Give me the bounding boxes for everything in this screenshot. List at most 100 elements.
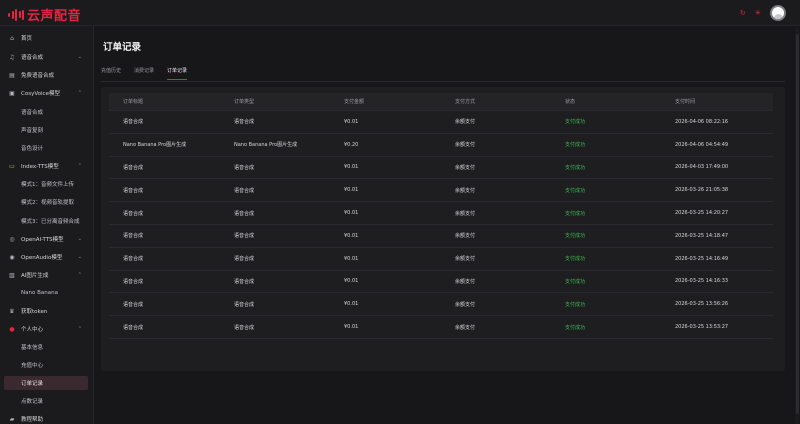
table-row[interactable]: 语音合成 语音合成 ¥0.01 余额支付 支付成功 2026-04-03 17:49:00	[109, 157, 773, 180]
table-row[interactable]: 语音合成 语音合成 ¥0.01 余额支付 支付成功 2026-04-06 08:22:16	[109, 111, 773, 134]
sidebar-item-nano-banana[interactable]: Nano Banana	[0, 286, 94, 300]
orders-card: 订单标题 订单类型 支付金额 支付方式 状态 支付时间 语音合成 语音合成 ¥0.0…	[101, 87, 785, 371]
payment-method-cell: 余额支付	[455, 142, 476, 149]
table-row[interactable]: 语音合成 语音合成 ¥0.01 余额支付 支付成功 2026-03-25 14:16:33	[109, 271, 773, 294]
sidebar-item-label: 充值中心	[21, 363, 44, 369]
sidebar-item-free-tts[interactable]: ▤ 免费语音合成	[0, 68, 94, 82]
status-cell: 支付成功	[565, 324, 586, 331]
table-row[interactable]: 语音合成 语音合成 ¥0.01 余额支付 支付成功 2026-03-26 21:05:38	[109, 179, 773, 203]
order-type-cell: Nano Banana Pro图片生成	[234, 142, 298, 149]
tab-orders[interactable]: 订单记录	[167, 67, 188, 80]
payment-method-cell: 余额支付	[455, 210, 476, 217]
scrollbar-thumb[interactable]	[795, 34, 799, 414]
sidebar-item-openaudio[interactable]: ◉ OpenAudio模型 ⌄	[0, 250, 94, 264]
sound-wave-icon	[8, 8, 24, 22]
sidebar-item-profile[interactable]: ● 个人中心 ⌃	[0, 322, 94, 336]
tab-consumption[interactable]: 消费记录	[134, 67, 154, 80]
sidebar-item-ai-image[interactable]: ▧ AI图片生成 ⌃	[0, 268, 94, 282]
sidebar-item-label: 个人中心	[21, 327, 44, 333]
sidebar-item-label: 模式1：音频文件上传	[21, 182, 74, 188]
order-title-cell: 语音合成	[123, 301, 144, 308]
brand-logo[interactable]: 云声配音	[8, 5, 81, 24]
table-row[interactable]: 语音合成 语音合成 ¥0.01 余额支付 支付成功 2026-03-25 14:16:49	[109, 248, 773, 271]
column-header[interactable]: 状态	[565, 93, 575, 110]
column-header[interactable]: 支付方式	[455, 93, 475, 110]
column-header[interactable]: 支付金额	[344, 93, 364, 110]
payment-method-cell: 余额支付	[455, 233, 476, 240]
sidebar-item-home[interactable]: ⌂ 首页	[0, 31, 94, 45]
tab-recharge-history[interactable]: 充值历史	[101, 67, 121, 80]
music-icon: ♫	[9, 53, 15, 61]
column-header[interactable]: 支付时间	[675, 93, 695, 110]
page-scrollbar[interactable]	[795, 28, 799, 424]
sidebar-item-get-token[interactable]: ♛ 获取token	[0, 304, 94, 318]
table-row[interactable]: 语音合成 语音合成 ¥0.01 余额支付 支付成功 2026-03-25 13:56:26	[109, 293, 773, 317]
table-row[interactable]: 语音合成 语音合成 ¥0.01 余额支付 支付成功 2026-03-25 14:20:27	[109, 202, 773, 225]
sidebar-item-label: Nano Banana	[21, 290, 58, 296]
sidebar: ⌂ 首页 ♫ 语音合成 ⌄ ▤ 免费语音合成 ▣ CosyVoice模型 ⌃ 语音合成 声音…	[0, 26, 94, 424]
page-title: 订单记录	[103, 42, 142, 53]
sidebar-item-cosyvoice[interactable]: ▣ CosyVoice模型 ⌃	[0, 86, 94, 100]
home-icon: ⌂	[10, 34, 14, 42]
sidebar-item-label: 模式2：视频音轨提取	[21, 200, 74, 206]
order-title-cell: 语音合成	[123, 256, 144, 263]
chevron-up-icon: ⌃	[77, 90, 82, 96]
status-cell: 支付成功	[565, 142, 586, 149]
amount-cell: ¥0.01	[344, 164, 359, 171]
sidebar-item-mode-3[interactable]: 模式3：已分离音频合成	[0, 214, 94, 228]
amount-cell: ¥0.01	[344, 187, 359, 194]
sidebar-item-basic-info[interactable]: 基本信息	[0, 340, 94, 354]
table-row[interactable]: Nano Banana Pro图片生成 Nano Banana Pro图片生成 ¥0…	[109, 134, 773, 157]
sidebar-item-help[interactable]: ▰ 教程帮助	[0, 412, 94, 424]
column-header[interactable]: 订单类型	[234, 93, 254, 110]
sidebar-item-voice-design[interactable]: 音色设计	[0, 141, 94, 155]
sidebar-item-points[interactable]: 点数记录	[0, 394, 94, 408]
crown-icon: ♛	[9, 307, 15, 315]
package-icon: ▭	[9, 162, 15, 170]
order-type-cell: 语音合成	[234, 301, 255, 308]
payment-method-cell: 余额支付	[455, 301, 476, 308]
openai-icon: ◎	[9, 235, 15, 243]
sidebar-item-label: Index-TTS模型	[21, 164, 59, 170]
table-row[interactable]: 语音合成 语音合成 ¥0.01 余额支付 支付成功 2026-03-25 14:18:47	[109, 225, 773, 248]
pay-time-cell: 2026-03-25 14:16:49	[675, 255, 729, 262]
order-title-cell: 语音合成	[123, 119, 144, 126]
sidebar-item-tts[interactable]: ♫ 语音合成 ⌄	[0, 50, 94, 64]
chevron-down-icon: ⌄	[77, 254, 82, 260]
payment-method-cell: 余额支付	[455, 187, 476, 194]
sidebar-item-label: 免费语音合成	[21, 73, 55, 79]
sidebar-item-mode-1[interactable]: 模式1：音频文件上传	[0, 177, 94, 191]
sidebar-item-label: AI图片生成	[21, 273, 49, 279]
sidebar-item-mode-2[interactable]: 模式2：视频音轨提取	[0, 195, 94, 209]
model-icon: ▣	[9, 89, 15, 97]
pay-time-cell: 2026-03-25 13:56:26	[675, 301, 729, 308]
sidebar-item-label: 点数记录	[21, 399, 44, 405]
column-header[interactable]: 订单标题	[123, 93, 143, 110]
sidebar-item-voice-clone[interactable]: 声音复刻	[0, 123, 94, 137]
table-body: 语音合成 语音合成 ¥0.01 余额支付 支付成功 2026-04-06 08:22:16…	[109, 111, 773, 339]
sidebar-item-label: 基本信息	[21, 345, 44, 351]
pay-time-cell: 2026-04-03 17:49:00	[675, 164, 729, 171]
sun-icon[interactable]: ☀	[755, 9, 761, 17]
sidebar-item-orders[interactable]: 订单记录	[4, 376, 88, 390]
table-row[interactable]: 语音合成 语音合成 ¥0.01 余额支付 支付成功 2026-03-25 13:53:27	[109, 316, 773, 339]
audio-icon: ◉	[9, 253, 15, 261]
order-type-cell: 语音合成	[234, 233, 255, 240]
refresh-icon[interactable]: ↻	[740, 9, 746, 17]
payment-method-cell: 余额支付	[455, 278, 476, 285]
sidebar-item-openai-tts[interactable]: ◎ OpenAI-TTS模型 ⌄	[0, 232, 94, 246]
order-title-cell: Nano Banana Pro图片生成	[123, 142, 187, 149]
sidebar-item-label: 获取token	[21, 309, 48, 315]
pay-time-cell: 2026-03-26 21:05:38	[675, 187, 729, 194]
sidebar-item-recharge[interactable]: 充值中心	[0, 358, 94, 372]
sidebar-item-label: OpenAI-TTS模型	[21, 237, 64, 243]
top-actions: ↻ ☀	[740, 5, 786, 21]
order-title-cell: 语音合成	[123, 187, 144, 194]
pay-time-cell: 2026-03-25 14:20:27	[675, 210, 729, 217]
sidebar-item-index-tts[interactable]: ▭ Index-TTS模型 ⌃	[0, 159, 94, 173]
sidebar-item-label: 教程帮助	[21, 417, 44, 423]
sidebar-item-cosy-tts[interactable]: 语音合成	[0, 105, 94, 119]
sidebar-item-label: OpenAudio模型	[21, 255, 63, 261]
table-header: 订单标题 订单类型 支付金额 支付方式 状态 支付时间	[109, 93, 773, 111]
user-avatar[interactable]	[770, 5, 786, 21]
